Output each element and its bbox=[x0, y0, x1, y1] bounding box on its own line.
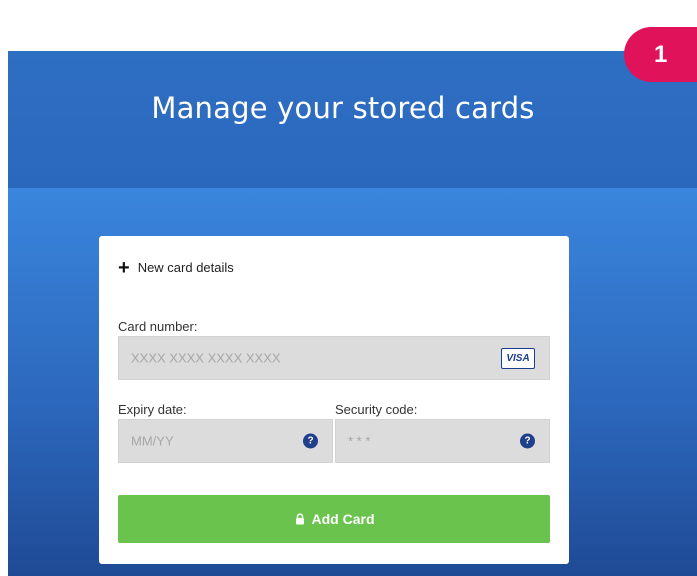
new-card-details-label: New card details bbox=[137, 260, 234, 275]
expiry-date-placeholder: MM/YY bbox=[131, 433, 174, 449]
page: 1 Manage your stored cards + New card de… bbox=[0, 0, 697, 576]
lock-icon bbox=[295, 513, 304, 525]
card-number-input[interactable]: XXXX XXXX XXXX XXXX VISA bbox=[118, 336, 550, 380]
expiry-help-icon[interactable]: ? bbox=[303, 433, 318, 449]
new-card-form: + New card details Card number: XXXX XXX… bbox=[99, 236, 569, 564]
plus-icon: + bbox=[118, 256, 130, 279]
expiry-date-input[interactable]: MM/YY ? bbox=[118, 419, 333, 463]
security-code-label: Security code: bbox=[335, 402, 418, 417]
visa-card-icon: VISA bbox=[501, 348, 535, 369]
card-number-placeholder: XXXX XXXX XXXX XXXX bbox=[131, 350, 281, 366]
security-code-placeholder: * * * bbox=[348, 433, 371, 449]
card-number-label: Card number: bbox=[118, 319, 198, 334]
security-help-icon[interactable]: ? bbox=[520, 433, 535, 449]
step-number: 1 bbox=[654, 40, 668, 68]
panel-header: Manage your stored cards bbox=[8, 51, 697, 188]
expiry-date-label: Expiry date: bbox=[118, 402, 187, 417]
add-card-button[interactable]: Add Card bbox=[118, 495, 550, 543]
step-number-badge: 1 bbox=[624, 27, 697, 82]
new-card-details-toggle[interactable]: + New card details bbox=[118, 256, 234, 279]
page-title: Manage your stored cards bbox=[151, 91, 535, 125]
add-card-label: Add Card bbox=[311, 511, 375, 527]
security-code-input[interactable]: * * * ? bbox=[335, 419, 550, 463]
